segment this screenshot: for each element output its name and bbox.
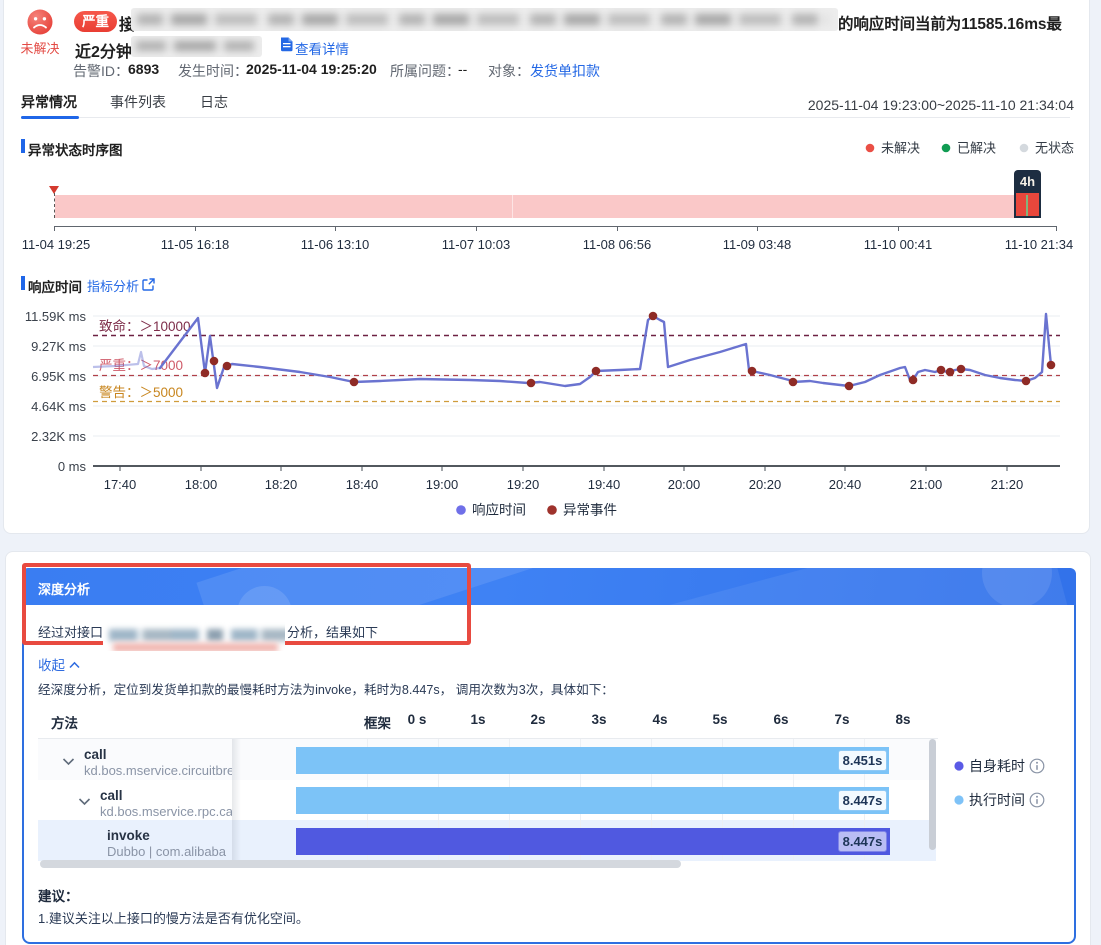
svg-text:18:40: 18:40 bbox=[346, 477, 379, 492]
svg-text:11-08 06:56: 11-08 06:56 bbox=[583, 237, 651, 252]
svg-text:17:40: 17:40 bbox=[104, 477, 137, 492]
svg-text:20:40: 20:40 bbox=[829, 477, 862, 492]
svg-text:11-07 10:03: 11-07 10:03 bbox=[442, 237, 510, 252]
svg-text:21:00: 21:00 bbox=[910, 477, 943, 492]
svg-text:已解决: 已解决 bbox=[957, 141, 996, 156]
svg-text:11-05 16:18: 11-05 16:18 bbox=[161, 237, 229, 252]
svg-text:19:20: 19:20 bbox=[507, 477, 540, 492]
svg-text:自身耗时: 自身耗时 bbox=[969, 758, 1025, 774]
svg-text:警告：＞5000: 警告：＞5000 bbox=[99, 385, 183, 400]
svg-text:20:20: 20:20 bbox=[749, 477, 782, 492]
svg-text:2.32K ms: 2.32K ms bbox=[31, 429, 86, 444]
svg-text:异常事件: 异常事件 bbox=[563, 503, 617, 518]
svg-text:0 ms: 0 ms bbox=[58, 459, 87, 474]
svg-text:致命：＞10000: 致命：＞10000 bbox=[99, 318, 191, 334]
svg-text:11-04 19:25: 11-04 19:25 bbox=[22, 237, 90, 252]
svg-text:11-10 00:41: 11-10 00:41 bbox=[864, 237, 932, 252]
svg-text:21:20: 21:20 bbox=[991, 477, 1024, 492]
svg-text:4.64K ms: 4.64K ms bbox=[31, 399, 86, 414]
svg-text:执行时间: 执行时间 bbox=[969, 792, 1025, 808]
svg-text:9.27K ms: 9.27K ms bbox=[31, 339, 86, 354]
svg-text:无状态: 无状态 bbox=[1035, 141, 1074, 156]
svg-text:11-06 13:10: 11-06 13:10 bbox=[301, 237, 369, 252]
svg-text:响应时间: 响应时间 bbox=[472, 502, 526, 518]
svg-text:19:40: 19:40 bbox=[588, 477, 621, 492]
svg-text:18:20: 18:20 bbox=[265, 477, 298, 492]
svg-text:18:00: 18:00 bbox=[185, 477, 218, 492]
svg-text:6.95K ms: 6.95K ms bbox=[31, 369, 86, 384]
svg-text:19:00: 19:00 bbox=[426, 477, 459, 492]
svg-text:11-09 03:48: 11-09 03:48 bbox=[723, 237, 791, 252]
svg-text:11-10 21:34: 11-10 21:34 bbox=[1005, 237, 1073, 252]
svg-text:未解决: 未解决 bbox=[881, 141, 920, 156]
svg-text:20:00: 20:00 bbox=[668, 477, 701, 492]
svg-text:11.59K ms: 11.59K ms bbox=[25, 309, 87, 324]
